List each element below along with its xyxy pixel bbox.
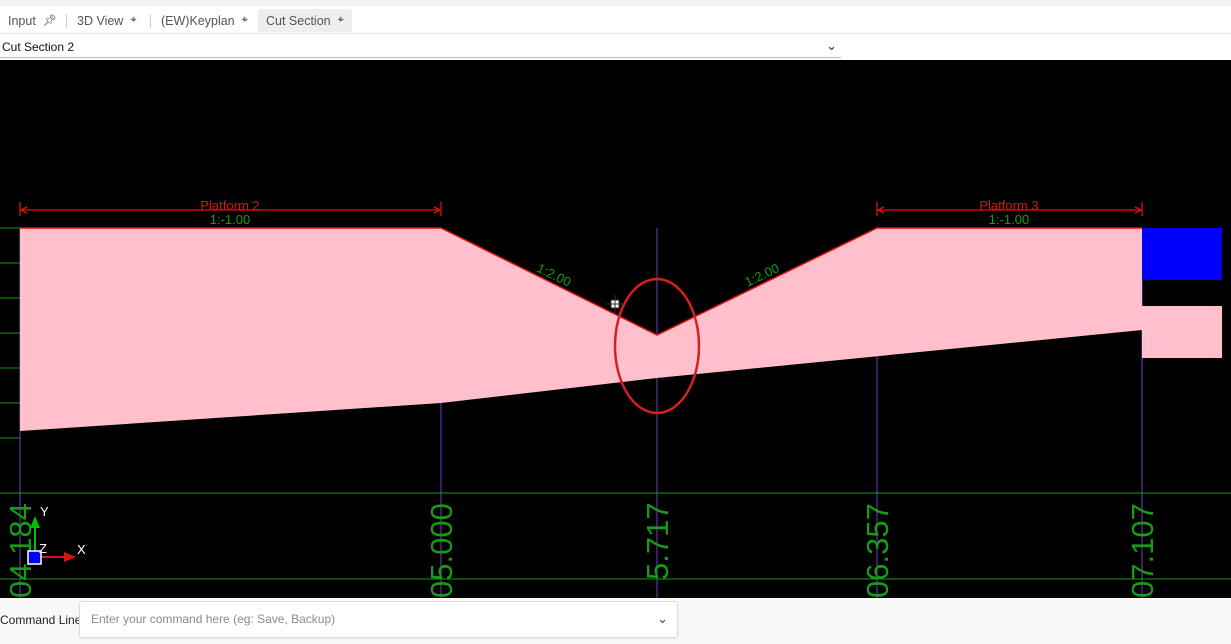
- command-line-bar: Command Line: ⌄: [0, 598, 1231, 644]
- command-line-combobox[interactable]: ⌄: [79, 601, 678, 638]
- section-selector-value: Cut Section 2: [2, 40, 75, 54]
- chainage-labels: 04.184 05.000 5.717 06.357 07.107: [3, 502, 1160, 598]
- tab-3d-view[interactable]: 3D View ⌖: [77, 9, 137, 32]
- tab-cut-section-label: Cut Section: [266, 13, 331, 28]
- command-line-label: Command Line:: [0, 613, 85, 627]
- tab-cut-section[interactable]: Cut Section ⌖: [258, 9, 352, 32]
- chainage-label: 5.717: [640, 502, 675, 580]
- tab-ew-keyplan[interactable]: (EW)Keyplan ⌖: [161, 9, 248, 32]
- tab-input[interactable]: Input 📌︎: [8, 9, 57, 32]
- tab-separator: [66, 14, 67, 28]
- platform-2-slope: 1:-1.00: [210, 212, 250, 227]
- chainage-label: 06.357: [860, 503, 895, 598]
- command-input[interactable]: [89, 611, 653, 627]
- chevron-down-icon[interactable]: ⌄: [657, 611, 668, 627]
- chainage-label: 05.000: [424, 503, 459, 598]
- x-axis-label: X: [77, 542, 86, 557]
- cad-canvas[interactable]: Platform 2 1:-1.00 Platform 3 1:-1.00 1:…: [0, 60, 1231, 598]
- section-stub: [1142, 306, 1222, 358]
- pin-outline-icon[interactable]: ⌖: [130, 14, 136, 27]
- cross-section-drawing: Platform 2 1:-1.00 Platform 3 1:-1.00 1:…: [0, 198, 1231, 598]
- pin-outline-icon[interactable]: ⌖: [242, 14, 248, 27]
- tab-separator: [150, 14, 151, 28]
- section-fill[interactable]: [20, 228, 1142, 431]
- chevron-down-icon[interactable]: ⌄: [826, 38, 837, 54]
- z-axis-label: Z: [39, 541, 47, 556]
- platform-dimensions: [19, 202, 1143, 216]
- structure-block[interactable]: [1142, 228, 1222, 280]
- tab-3d-view-label: 3D View: [77, 13, 124, 28]
- pin-outline-icon[interactable]: ⌖: [338, 14, 344, 27]
- chainage-label: 07.107: [1125, 503, 1160, 598]
- y-axis-label: Y: [40, 504, 49, 519]
- platform-3-slope: 1:-1.00: [989, 212, 1029, 227]
- section-selector-dropdown[interactable]: Cut Section 2 ⌄: [0, 36, 841, 58]
- tab-ew-keyplan-label: (EW)Keyplan: [161, 13, 235, 28]
- platform-2-label: Platform 2: [200, 198, 259, 213]
- view-tab-bar: Input 📌︎ 3D View ⌖ (EW)Keyplan ⌖ Cut Sec…: [0, 6, 1231, 34]
- pin-filled-icon[interactable]: 📌︎: [43, 14, 57, 27]
- platform-3-label: Platform 3: [979, 198, 1038, 213]
- elevation-ticks: [0, 227, 20, 439]
- tab-input-label: Input: [8, 13, 36, 28]
